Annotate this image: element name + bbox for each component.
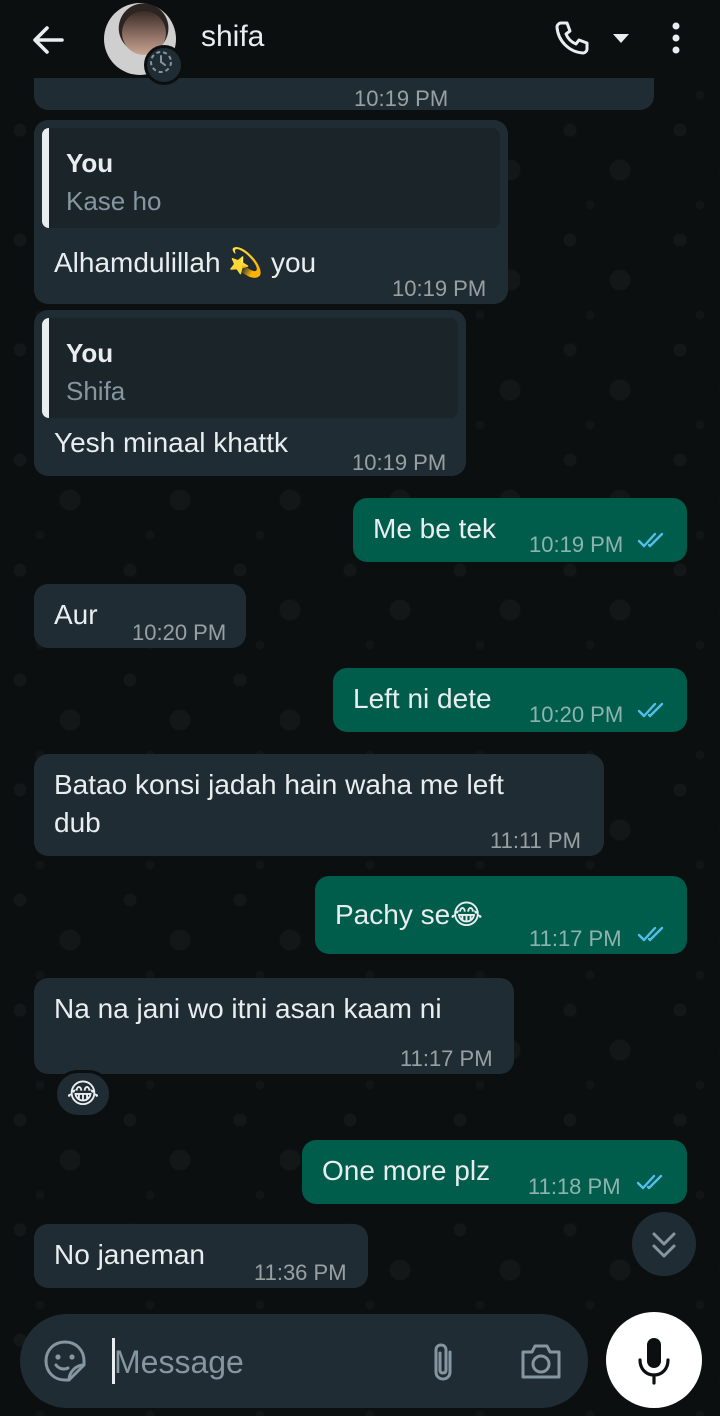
message-composer xyxy=(20,1314,588,1408)
chat-header: shifa xyxy=(0,0,720,85)
message-time: 10:20 PM xyxy=(529,702,624,727)
mic-icon xyxy=(638,1338,670,1385)
message-text-line1: Batao konsi jadah hain waha me left xyxy=(54,769,504,800)
read-ticks-icon xyxy=(637,702,664,718)
message-time: 10:19 PM xyxy=(352,450,447,475)
reply-text: Shifa xyxy=(66,376,126,406)
message-text: Yesh minaal khattk xyxy=(54,427,288,458)
message-bubble-incoming[interactable]: Batao konsi jadah hain waha me left dub … xyxy=(34,754,604,856)
message-bubble-outgoing[interactable]: One more plz 11:18 PM xyxy=(302,1140,687,1204)
reply-text: Kase ho xyxy=(66,186,162,216)
message-bubble-outgoing[interactable]: Pachy se😂 11:17 PM xyxy=(315,876,687,954)
message-time: 11:36 PM xyxy=(254,1260,347,1285)
sticker-icon[interactable] xyxy=(42,1338,88,1384)
more-options-button[interactable] xyxy=(664,18,688,58)
message-bubble-outgoing[interactable]: Me be tek 10:19 PM xyxy=(353,498,687,562)
reply-quote[interactable]: You Kase ho xyxy=(42,128,500,228)
reply-quote[interactable]: You Shifa xyxy=(42,318,458,418)
message-time: 10:19 PM xyxy=(354,86,449,111)
message-text-line2: dub xyxy=(54,807,101,838)
message-bubble-incoming[interactable]: Na na jani wo itni asan kaam ni 11:17 PM xyxy=(34,978,514,1074)
dropdown-icon xyxy=(613,34,629,43)
more-vert-icon xyxy=(672,22,680,54)
reply-author: You xyxy=(66,148,114,178)
message-text: No janeman xyxy=(54,1239,205,1270)
message-time: 11:17 PM xyxy=(400,1046,493,1071)
message-time: 10:19 PM xyxy=(392,276,487,301)
message-text: One more plz xyxy=(322,1155,491,1186)
message-bubble-incoming[interactable]: You Shifa Yesh minaal khattk 10:19 PM xyxy=(34,310,466,476)
camera-icon[interactable] xyxy=(518,1340,564,1382)
voice-call-button[interactable] xyxy=(552,18,592,58)
message-text: Me be tek xyxy=(373,513,496,544)
double-chevron-down-icon xyxy=(652,1232,676,1258)
message-time: 11:11 PM xyxy=(490,828,581,853)
message-reaction[interactable]: 😂 xyxy=(54,1070,112,1118)
read-ticks-icon xyxy=(637,926,664,942)
message-text: Alhamdulillah 💫 you xyxy=(54,247,317,278)
back-arrow-icon xyxy=(33,26,64,54)
message-input[interactable] xyxy=(112,1334,406,1390)
message-bubble-incoming[interactable]: Aur 10:20 PM xyxy=(34,584,246,648)
message-time: 10:19 PM xyxy=(529,532,624,557)
contact-name[interactable]: shifa xyxy=(201,20,264,54)
read-ticks-icon xyxy=(637,532,664,548)
message-bubble-incoming[interactable]: No janeman 11:36 PM xyxy=(34,1224,368,1288)
attach-icon[interactable] xyxy=(426,1340,462,1384)
message-text: Aur xyxy=(54,599,98,630)
reply-author: You xyxy=(66,338,114,368)
message-time: 10:20 PM xyxy=(132,620,227,645)
message-text: Pachy se😂 xyxy=(335,899,483,930)
scroll-to-bottom-button[interactable] xyxy=(632,1212,696,1276)
back-button[interactable] xyxy=(28,20,68,60)
call-options-dropdown[interactable] xyxy=(610,30,632,46)
message-time: 11:17 PM xyxy=(529,926,622,951)
message-text: Na na jani wo itni asan kaam ni xyxy=(54,993,442,1024)
message-time: 11:18 PM xyxy=(528,1174,621,1199)
voice-message-button[interactable] xyxy=(606,1312,702,1408)
phone-icon xyxy=(555,21,589,55)
text-cursor xyxy=(112,1338,115,1384)
read-ticks-icon xyxy=(636,1174,663,1190)
message-bubble-outgoing[interactable]: Left ni dete 10:20 PM xyxy=(333,668,687,732)
message-text: Left ni dete xyxy=(353,683,492,714)
message-bubble-incoming[interactable]: You Kase ho Alhamdulillah 💫 you 10:19 PM xyxy=(34,120,508,304)
avatar[interactable] xyxy=(104,3,184,85)
status-icon xyxy=(144,45,184,85)
